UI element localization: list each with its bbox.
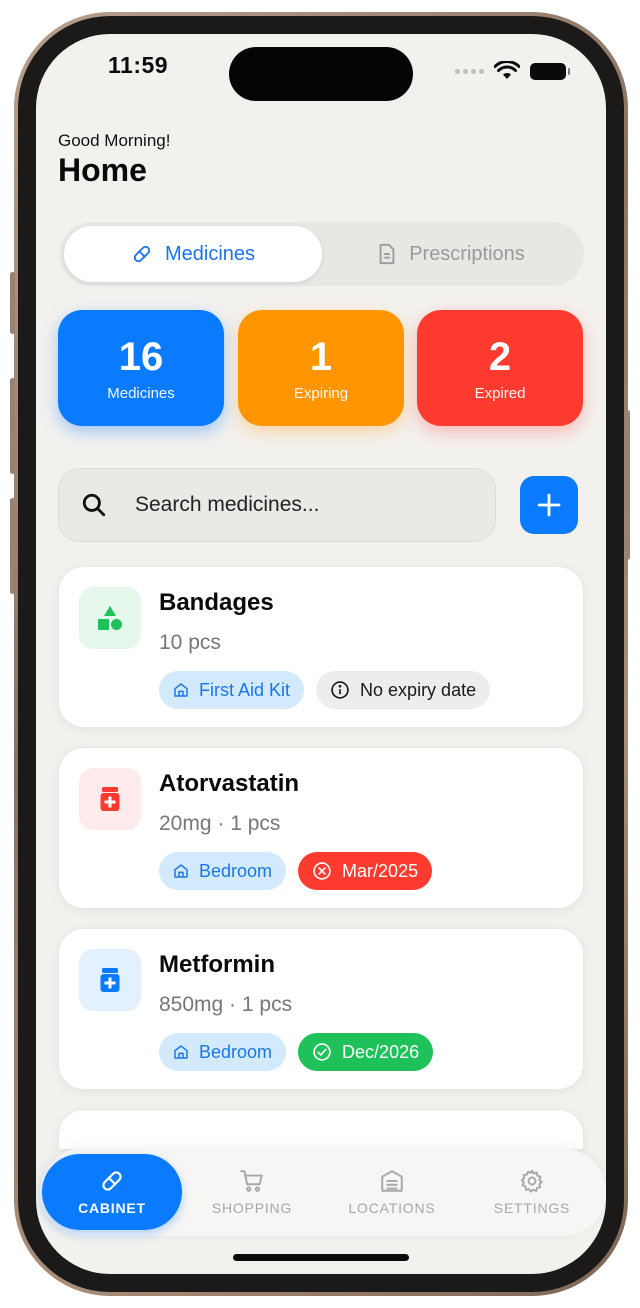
medicine-card-partial[interactable] xyxy=(58,1109,584,1149)
stat-medicines-card[interactable]: 16 Medicines xyxy=(58,310,224,426)
home-indicator xyxy=(233,1254,409,1261)
medicine-tags: Bedroom Mar/2025 xyxy=(159,852,433,890)
stat-expired-label: Expired xyxy=(474,384,526,402)
tab-locations[interactable]: LOCATIONS xyxy=(322,1154,462,1230)
expiry-tag: Mar/2025 xyxy=(298,852,433,890)
expiry-tag: Dec/2026 xyxy=(298,1033,434,1071)
search-icon xyxy=(82,493,106,517)
info-icon xyxy=(331,681,349,699)
expiry-label: Dec/2026 xyxy=(342,1041,420,1062)
status-icons xyxy=(455,61,570,81)
tab-cabinet-label: CABINET xyxy=(78,1200,146,1216)
plus-icon xyxy=(537,493,561,517)
location-tag[interactable]: Bedroom xyxy=(159,1033,287,1071)
medicine-bottle-icon xyxy=(100,968,120,992)
stat-expiring-card[interactable]: 1 Expiring xyxy=(238,310,404,426)
medicine-name: Atorvastatin xyxy=(159,770,300,797)
mute-switch xyxy=(10,272,15,334)
bottom-tab-bar: CABINET SHOPPING LOCATIONS SETTINGS xyxy=(40,1148,606,1236)
expiry-label: No expiry date xyxy=(360,679,477,700)
medicine-detail: 10 pcs xyxy=(159,631,221,654)
home-icon xyxy=(174,864,188,878)
shapes-icon xyxy=(98,606,122,630)
stat-medicines-label: Medicines xyxy=(107,384,175,402)
medicine-name: Metformin xyxy=(159,951,275,978)
tab-prescriptions[interactable]: Prescriptions xyxy=(322,226,580,282)
stat-expiring-label: Expiring xyxy=(293,384,349,402)
battery-icon xyxy=(530,62,570,80)
location-label: Bedroom xyxy=(199,860,273,881)
medicine-detail: 20mg · 1 pcs xyxy=(159,812,281,835)
medicine-thumb xyxy=(79,768,141,830)
volume-up-button xyxy=(10,378,15,474)
stat-medicines-value: 16 xyxy=(118,334,164,379)
medicine-name: Bandages xyxy=(159,589,274,616)
tab-shopping-label: SHOPPING xyxy=(211,1200,293,1216)
location-tag[interactable]: Bedroom xyxy=(159,852,287,890)
tab-settings-label: SETTINGS xyxy=(493,1200,571,1216)
x-circle-icon xyxy=(313,862,331,880)
tab-prescriptions-label: Prescriptions xyxy=(409,242,525,265)
location-tag[interactable]: First Aid Kit xyxy=(159,671,305,709)
wifi-icon xyxy=(494,61,520,79)
search-input[interactable] xyxy=(135,493,435,517)
tab-settings[interactable]: SETTINGS xyxy=(462,1154,602,1230)
tab-locations-label: LOCATIONS xyxy=(348,1200,436,1216)
medicine-card[interactable]: Bandages 10 pcs First Aid Kit No expiry … xyxy=(58,566,584,728)
screen: 11:59 Good Morning! Home Medicines Presc… xyxy=(36,34,606,1274)
document-icon xyxy=(379,243,395,265)
status-time: 11:59 xyxy=(108,52,169,78)
medicine-tags: Bedroom Dec/2026 xyxy=(159,1033,434,1071)
stat-expired-value: 2 xyxy=(488,334,512,379)
tab-cabinet[interactable]: CABINET xyxy=(42,1154,182,1230)
home-icon xyxy=(174,1045,188,1059)
medicine-card[interactable]: Atorvastatin 20mg · 1 pcs Bedroom Mar/20… xyxy=(58,747,584,909)
greeting: Good Morning! xyxy=(58,131,171,150)
tab-shopping[interactable]: SHOPPING xyxy=(182,1154,322,1230)
cellular-icon xyxy=(455,68,484,74)
cart-icon xyxy=(240,1170,263,1192)
pill-icon xyxy=(133,245,151,263)
add-medicine-button[interactable] xyxy=(520,476,578,534)
tab-medicines-label: Medicines xyxy=(164,242,256,265)
archive-icon xyxy=(381,1170,403,1192)
gear-icon xyxy=(520,1169,543,1193)
page-title: Home xyxy=(58,152,147,188)
medicine-bottle-icon xyxy=(100,787,120,811)
medicine-card[interactable]: Metformin 850mg · 1 pcs Bedroom Dec/2026 xyxy=(58,928,584,1090)
segmented-control: Medicines Prescriptions xyxy=(60,222,584,286)
power-button xyxy=(625,410,630,560)
expiry-label: Mar/2025 xyxy=(342,860,419,881)
volume-down-button xyxy=(10,498,15,594)
medicine-thumb xyxy=(79,949,141,1011)
home-icon xyxy=(174,683,188,697)
check-circle-icon xyxy=(313,1043,331,1061)
tab-medicines[interactable]: Medicines xyxy=(64,226,322,282)
medicine-thumb xyxy=(79,587,141,649)
location-label: First Aid Kit xyxy=(199,679,291,700)
dynamic-island xyxy=(229,47,413,101)
stat-expired-card[interactable]: 2 Expired xyxy=(417,310,583,426)
pill-icon xyxy=(102,1171,122,1191)
medicine-detail: 850mg · 1 pcs xyxy=(159,993,293,1016)
medicine-tags: First Aid Kit No expiry date xyxy=(159,671,491,709)
expiry-tag: No expiry date xyxy=(316,671,491,709)
location-label: Bedroom xyxy=(199,1041,273,1062)
stat-expiring-value: 1 xyxy=(309,334,333,379)
search-bar[interactable] xyxy=(58,468,496,542)
